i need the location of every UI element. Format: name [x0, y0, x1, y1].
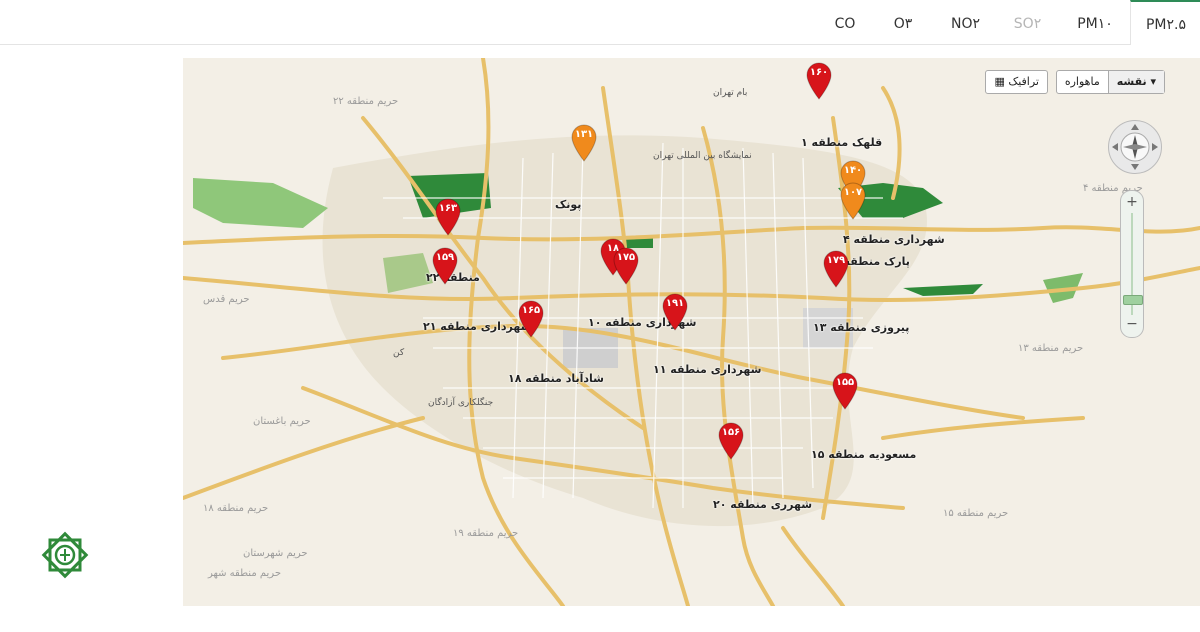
- zoom-slider-handle[interactable]: [1123, 295, 1143, 305]
- map-type-switch[interactable]: ماهواره نقشه ▾: [1055, 70, 1165, 94]
- area-label: حریم قدس: [203, 294, 250, 305]
- tab-so2[interactable]: SO۲: [1000, 0, 1055, 44]
- area-label: حریم منطقه ۱۹: [453, 528, 519, 539]
- street-label: جنگلکاری آزادگان: [428, 398, 494, 408]
- map-view-label: نقشه: [1116, 75, 1147, 88]
- area-label: حریم منطقه ۲۲: [333, 96, 399, 107]
- marker-value: ۱۹۱: [665, 298, 685, 309]
- marker-value: ۱۶۰: [809, 67, 829, 78]
- tab-co[interactable]: CO: [820, 0, 870, 44]
- satellite-button[interactable]: ماهواره: [1057, 71, 1108, 93]
- pollution-marker[interactable]: ۱۵۹: [432, 247, 458, 285]
- pollutant-tab-bar: PM۲.۵ PM۱۰ SO۲ NO۲ O۳ CO: [0, 0, 1200, 45]
- tab-pm25[interactable]: PM۲.۵: [1130, 0, 1200, 45]
- district-label: شهرداری منطقه ۱۱: [653, 363, 762, 376]
- area-label: حریم منطقه ۱۳: [1018, 343, 1084, 354]
- marker-value: ۱۷۵: [616, 252, 636, 263]
- pollution-marker[interactable]: ۱۰۷: [840, 182, 866, 220]
- marker-value: ۱۴۰: [843, 165, 863, 176]
- marker-value: ۱۵۹: [435, 252, 455, 263]
- marker-value: ۱۰۷: [843, 187, 863, 198]
- pollution-marker[interactable]: ۱۷۵: [613, 247, 639, 285]
- marker-value: ۱۶۳: [438, 203, 458, 214]
- area-label: حریم منطقه شهر: [208, 568, 281, 579]
- zoom-in-button[interactable]: +: [1121, 193, 1143, 211]
- traffic-button[interactable]: ▦ ترافیک: [985, 70, 1048, 94]
- tab-pm10[interactable]: PM۱۰: [1065, 0, 1125, 44]
- street-label: نمایشگاه بین المللی تهران: [653, 151, 752, 161]
- pollution-marker[interactable]: ۱۶۳: [435, 198, 461, 236]
- marker-value: ۱۷۹: [826, 255, 846, 266]
- pollution-marker[interactable]: ۱۷۹: [823, 250, 849, 288]
- district-label: مسعودیه منطقه ۱۵: [811, 448, 917, 461]
- zoom-out-button[interactable]: −: [1121, 315, 1143, 333]
- air-quality-map[interactable]: حریم منطقه ۲۲ حریم قدس حریم منطقه ۴ حریم…: [183, 58, 1200, 606]
- street-label: کن: [393, 348, 405, 358]
- pollution-marker[interactable]: ۱۹۱: [662, 293, 688, 331]
- street-label: بام تهران: [713, 88, 748, 98]
- tab-no2[interactable]: NO۲: [938, 0, 993, 44]
- pollution-marker[interactable]: ۱۳۱: [571, 124, 597, 162]
- district-label: پونک: [555, 198, 582, 211]
- marker-value: ۱۵۶: [721, 427, 741, 438]
- traffic-label: ترافیک: [1008, 75, 1039, 88]
- district-label: پیروزی منطقه ۱۳: [813, 321, 910, 334]
- pollution-marker[interactable]: ۱۵۵: [832, 372, 858, 410]
- pollution-marker[interactable]: ۱۶۵: [518, 300, 544, 338]
- pollution-marker[interactable]: ۱۶۰: [806, 62, 832, 100]
- map-base-layer: [183, 58, 1200, 606]
- pan-control[interactable]: [1108, 120, 1162, 174]
- marker-value: ۱۳۱: [574, 129, 594, 140]
- area-label: حریم باغستان: [253, 416, 311, 427]
- district-label: شهرداری منطقه ۴: [843, 233, 945, 246]
- municipality-logo: [38, 528, 92, 582]
- district-label: شهرداری منطقه ۲۱: [423, 320, 532, 333]
- traffic-light-icon: ▦: [994, 75, 1005, 88]
- area-label: حریم شهرستان: [243, 548, 308, 559]
- tab-o3[interactable]: O۳: [878, 0, 928, 44]
- map-view-button[interactable]: نقشه ▾: [1107, 71, 1164, 93]
- marker-value: ۱۶۵: [521, 305, 541, 316]
- district-label: شادآباد منطقه ۱۸: [508, 372, 604, 385]
- area-label: حریم منطقه ۱۵: [943, 508, 1009, 519]
- area-label: حریم منطقه ۱۸: [203, 503, 269, 514]
- zoom-control: + −: [1120, 190, 1144, 338]
- district-label: قلهک منطقه ۱: [801, 136, 883, 149]
- marker-value: ۱۵۵: [835, 377, 855, 388]
- pollution-marker[interactable]: ۱۵۶: [718, 422, 744, 460]
- compass-icon: [1112, 124, 1158, 170]
- district-label: شهرری منطقه ۲۰: [713, 498, 813, 511]
